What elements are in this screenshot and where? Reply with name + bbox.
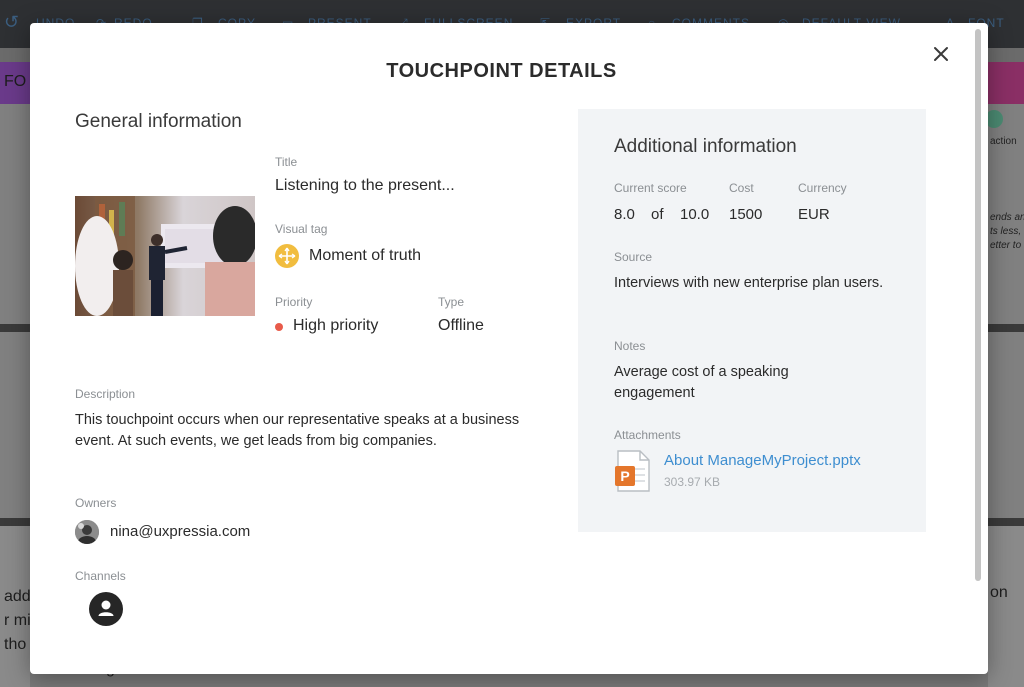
attachments-label: Attachments xyxy=(614,428,681,442)
modal-scrollbar[interactable] xyxy=(975,29,981,581)
notes-label: Notes xyxy=(614,339,646,353)
title-label: Title xyxy=(275,155,298,169)
touchpoint-image xyxy=(75,196,255,316)
visual-tag-value: Moment of truth xyxy=(309,247,422,264)
board-card xyxy=(0,526,30,687)
type-value: Offline xyxy=(438,317,484,334)
source-value: Interviews with new enterprise plan user… xyxy=(614,275,884,291)
board-card xyxy=(988,332,1024,518)
close-button[interactable] xyxy=(928,41,954,67)
board-card xyxy=(0,332,30,518)
attachment-link[interactable]: About ManageMyProject.pptx xyxy=(664,452,861,469)
additional-info-heading: Additional information xyxy=(614,136,797,157)
stage-label: FO xyxy=(0,62,34,104)
board-card xyxy=(0,104,30,324)
priority-indicator xyxy=(275,323,283,331)
notes-value: Average cost of a speaking engagement xyxy=(614,364,789,401)
owner-email[interactable]: nina@uxpressia.com xyxy=(110,523,250,540)
row-separator xyxy=(0,324,30,332)
title-value: Listening to the present... xyxy=(275,177,455,194)
description-label: Description xyxy=(75,387,136,401)
cost-label: Cost xyxy=(729,181,754,195)
channels-label: Channels xyxy=(75,569,126,583)
type-label: Type xyxy=(438,295,465,309)
description-value: This touchpoint occurs when our represen… xyxy=(75,412,520,449)
attachment-size: 303.97 KB xyxy=(664,475,721,489)
modal-title: TOUCHPOINT DETAILS xyxy=(386,60,617,82)
bg-card-text: tho xyxy=(4,636,27,653)
touchpoint-details-modal: TOUCHPOINT DETAILS General information T… xyxy=(30,23,988,674)
bg-card-text: add xyxy=(4,588,31,605)
score-max: 10.0 xyxy=(680,206,710,223)
score-value: 8.0 xyxy=(614,206,635,223)
score-label: Current score xyxy=(614,181,687,195)
board-card xyxy=(988,526,1024,687)
bg-card-line: ends and xyxy=(990,212,1024,223)
row-separator xyxy=(988,324,1024,332)
owner-avatar xyxy=(75,520,99,544)
visual-tag-label: Visual tag xyxy=(275,222,328,236)
currency-label: Currency xyxy=(798,181,847,195)
bg-card-title: action xyxy=(990,136,1017,147)
source-label: Source xyxy=(614,250,653,264)
svg-text:P: P xyxy=(620,468,629,484)
row-separator xyxy=(0,518,30,526)
currency-value: EUR xyxy=(798,206,830,223)
bg-card-line: ts less, b xyxy=(990,226,1024,237)
cost-value: 1500 xyxy=(729,206,763,223)
priority-label: Priority xyxy=(275,295,313,309)
row-separator xyxy=(988,518,1024,526)
close-icon[interactable] xyxy=(933,46,949,62)
score-of: of xyxy=(651,206,664,223)
additional-info-panel: Additional information Current score 8.0… xyxy=(578,109,926,532)
owners-label: Owners xyxy=(75,496,117,510)
undo-icon[interactable]: ↺ xyxy=(4,12,20,33)
bg-card-text: r mi xyxy=(4,612,31,629)
person-icon xyxy=(89,592,123,626)
pptx-file-icon[interactable]: P xyxy=(614,449,652,493)
moment-of-truth-icon xyxy=(275,244,299,268)
bg-card-text: on xyxy=(990,584,1008,601)
priority-value: High priority xyxy=(293,317,379,334)
general-info-heading: General information xyxy=(75,111,242,132)
bg-card-line: etter to xyxy=(990,240,1022,251)
